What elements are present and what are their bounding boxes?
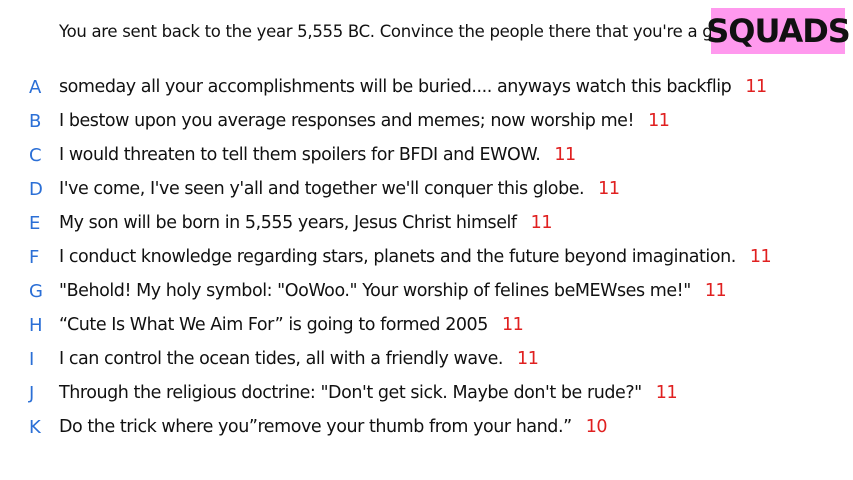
response-text-content: My son will be born in 5,555 years, Jesu… (59, 213, 517, 233)
response-text-content: Through the religious doctrine: "Don't g… (59, 383, 642, 403)
response-letter: E (29, 212, 41, 234)
response-text-content: Do the trick where you”remove your thumb… (59, 417, 572, 437)
response-text-content: I bestow upon you average responses and … (59, 111, 635, 131)
response-letter: K (29, 416, 41, 438)
response-text: Do the trick where you”remove your thumb… (59, 417, 608, 437)
response-letter: A (29, 76, 42, 98)
response-letter: I (29, 348, 35, 370)
response-text: I've come, I've seen y'all and together … (59, 179, 620, 199)
response-letter: D (29, 178, 43, 200)
response-text-content: I conduct knowledge regarding stars, pla… (59, 247, 736, 267)
response-letter: H (29, 314, 43, 336)
response-text: someday all your accomplishments will be… (59, 77, 767, 97)
response-text: I would threaten to tell them spoilers f… (59, 145, 576, 165)
response-text: Through the religious doctrine: "Don't g… (59, 383, 678, 403)
response-score: 11 (749, 247, 772, 267)
response-text: My son will be born in 5,555 years, Jesu… (59, 213, 552, 233)
prompt-text: You are sent back to the year 5,555 BC. … (59, 22, 738, 41)
response-letter: J (29, 382, 35, 404)
response-text-content: someday all your accomplishments will be… (59, 77, 732, 97)
response-score: 11 (598, 179, 620, 199)
response-text: “Cute Is What We Aim For” is going to fo… (59, 315, 524, 335)
response-letter: G (29, 280, 43, 302)
response-text-content: I would threaten to tell them spoilers f… (59, 145, 541, 165)
response-score: 11 (517, 349, 539, 369)
response-text: I bestow upon you average responses and … (59, 111, 670, 131)
response-text-content: I've come, I've seen y'all and together … (59, 179, 585, 199)
response-text-content: “Cute Is What We Aim For” is going to fo… (59, 315, 488, 335)
response-score: 11 (745, 77, 767, 97)
response-score: 11 (704, 281, 727, 301)
response-text-content: "Behold! My holy symbol: "OoWoo." Your w… (59, 281, 691, 301)
response-text: I can control the ocean tides, all with … (59, 349, 539, 369)
response-score: 11 (655, 383, 678, 403)
response-letter: C (29, 144, 42, 166)
response-letter: F (29, 246, 40, 268)
response-score: 10 (585, 417, 608, 437)
response-score: 11 (648, 111, 670, 131)
response-text: I conduct knowledge regarding stars, pla… (59, 247, 772, 267)
squads-badge: SQUADS (706, 8, 851, 54)
response-letter: B (29, 110, 42, 132)
response-score: 11 (554, 145, 576, 165)
response-score: 11 (501, 315, 524, 335)
response-text-content: I can control the ocean tides, all with … (59, 349, 504, 369)
response-text: "Behold! My holy symbol: "OoWoo." Your w… (59, 281, 727, 301)
response-score: 11 (530, 213, 553, 233)
